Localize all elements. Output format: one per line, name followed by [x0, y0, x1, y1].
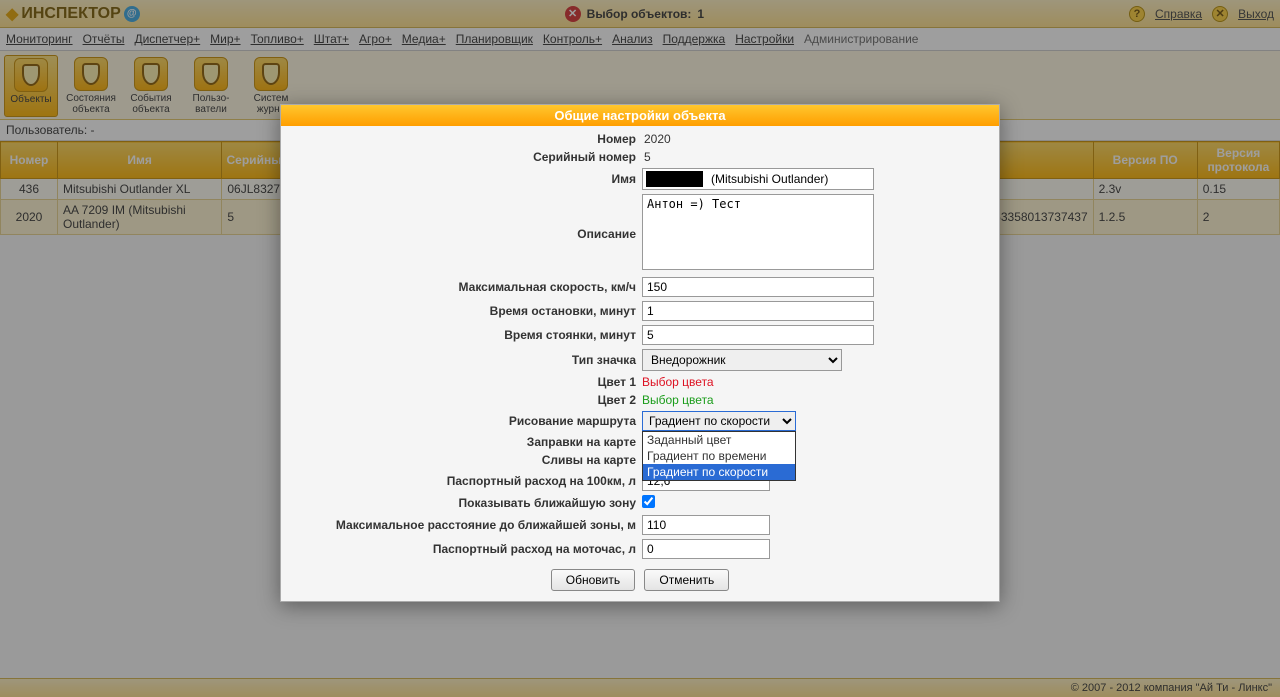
route-select[interactable]: Градиент по скорости [642, 411, 796, 431]
route-dropdown-list: Заданный цвет Градиент по времени Градие… [642, 431, 796, 481]
color2-link[interactable]: Выбор цвета [642, 393, 714, 407]
value-serial: 5 [642, 150, 989, 164]
consh-input[interactable] [642, 539, 770, 559]
icontype-select[interactable]: Внедорожник [642, 349, 842, 371]
route-option-time[interactable]: Градиент по времени [643, 448, 795, 464]
color1-link[interactable]: Выбор цвета [642, 375, 714, 389]
modal-overlay: Общие настройки объекта Номер 2020 Серий… [0, 0, 1280, 697]
label-color2: Цвет 2 [291, 393, 636, 407]
label-route: Рисование маршрута [291, 414, 636, 428]
label-showzone: Показывать ближайшую зону [291, 496, 636, 510]
parktime-input[interactable] [642, 325, 874, 345]
label-number: Номер [291, 132, 636, 146]
redacted-name-icon [646, 171, 703, 187]
maxdist-input[interactable] [642, 515, 770, 535]
object-settings-dialog: Общие настройки объекта Номер 2020 Серий… [280, 104, 1000, 602]
cancel-button[interactable]: Отменить [644, 569, 729, 591]
route-option-speed[interactable]: Градиент по скорости [643, 464, 795, 480]
value-number: 2020 [642, 132, 989, 146]
showzone-checkbox[interactable] [642, 495, 655, 508]
stoptime-input[interactable] [642, 301, 874, 321]
label-fuelout: Сливы на карте [291, 453, 636, 467]
label-desc: Описание [291, 227, 636, 241]
label-cons100: Паспортный расход на 100км, л [291, 474, 636, 488]
dialog-buttons: Обновить Отменить [291, 569, 989, 591]
route-option-fixed[interactable]: Заданный цвет [643, 432, 795, 448]
label-consh: Паспортный расход на моточас, л [291, 542, 636, 556]
dialog-title: Общие настройки объекта [281, 105, 999, 126]
label-maxspeed: Максимальная скорость, км/ч [291, 280, 636, 294]
label-maxdist: Максимальное расстояние до ближайшей зон… [291, 518, 636, 532]
label-fuelin: Заправки на карте [291, 435, 636, 449]
name-input[interactable] [707, 170, 870, 188]
label-icontype: Тип значка [291, 353, 636, 367]
dialog-form: Номер 2020 Серийный номер 5 Имя Описание… [281, 126, 999, 601]
label-name: Имя [291, 172, 636, 186]
label-stoptime: Время остановки, минут [291, 304, 636, 318]
label-color1: Цвет 1 [291, 375, 636, 389]
update-button[interactable]: Обновить [551, 569, 635, 591]
label-parktime: Время стоянки, минут [291, 328, 636, 342]
desc-textarea[interactable]: Антон =) Тест [642, 194, 874, 270]
maxspeed-input[interactable] [642, 277, 874, 297]
label-serial: Серийный номер [291, 150, 636, 164]
